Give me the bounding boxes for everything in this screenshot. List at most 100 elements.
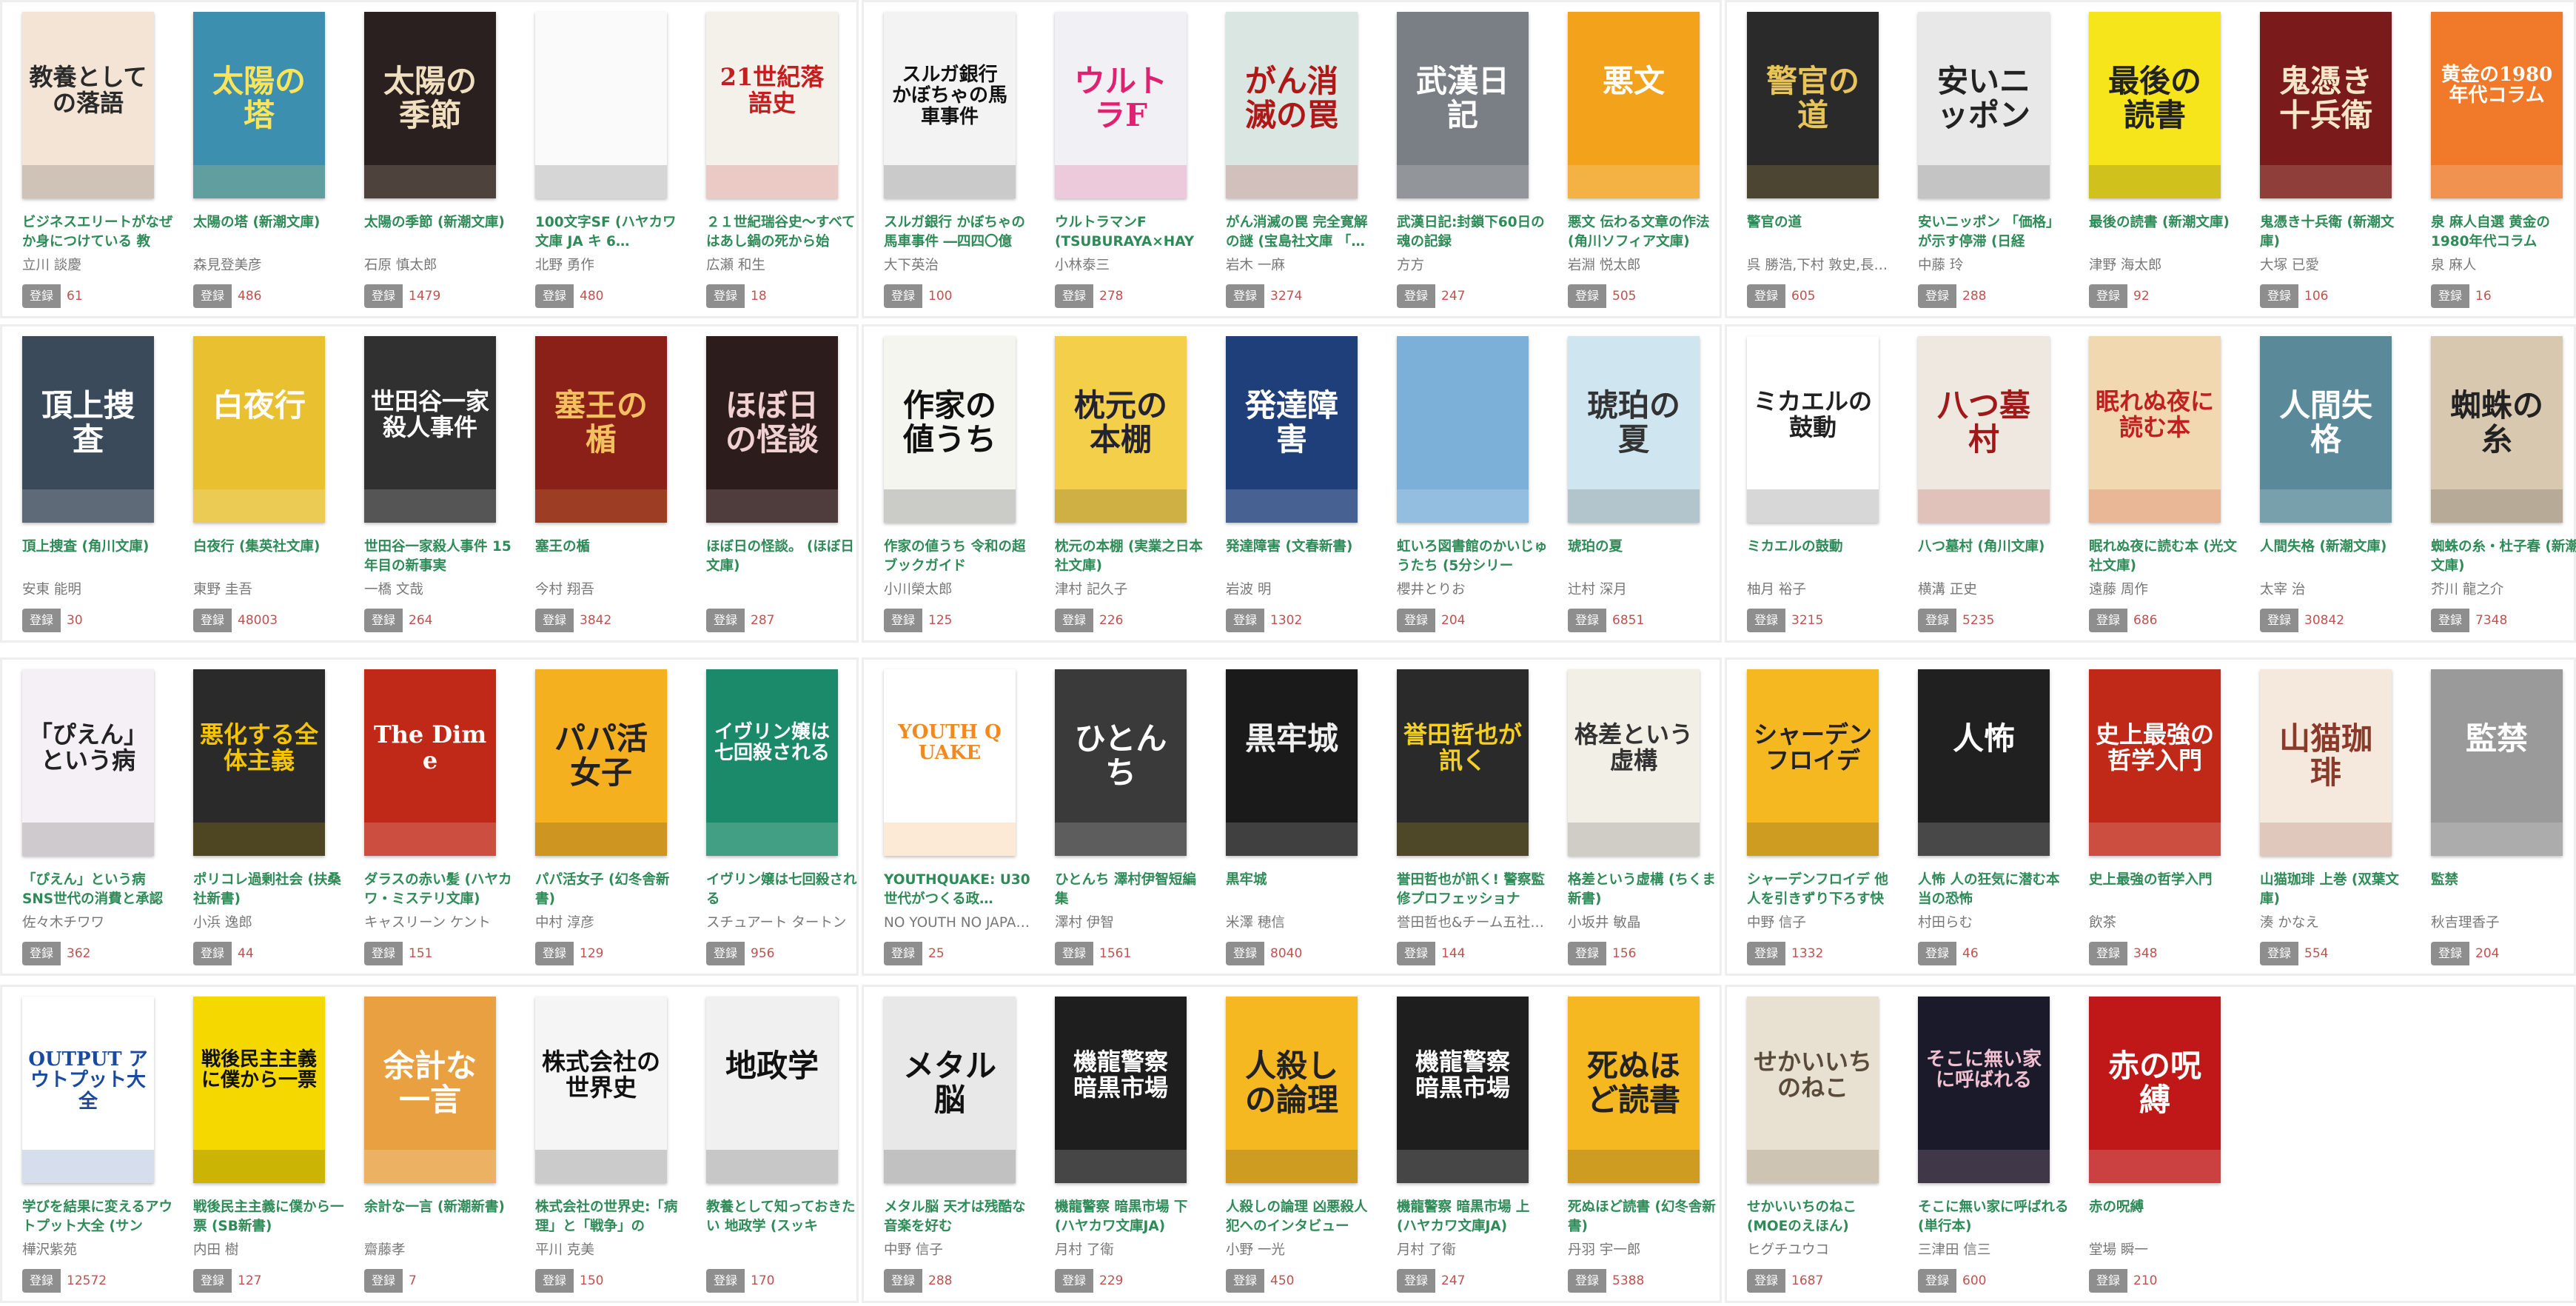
register-button[interactable]: 登録 129	[535, 942, 616, 965]
book-cover[interactable]: 機龍警察 暗黒市場	[1397, 997, 1529, 1183]
register-button[interactable]: 登録 7348	[2431, 609, 2514, 632]
book-title-link[interactable]: 太陽の季節 (新潮文庫)	[364, 213, 516, 232]
book-cover[interactable]: 悪化する全体主義	[193, 669, 325, 856]
book-title-link[interactable]: 人間失格 (新潮文庫)	[2260, 538, 2412, 557]
register-button[interactable]: 登録 5235	[1918, 609, 2001, 632]
register-button[interactable]: 登録 170	[706, 1269, 787, 1293]
register-button[interactable]: 登録 150	[535, 1269, 616, 1293]
book-cover[interactable]: 警官の道	[1747, 12, 1879, 198]
book-cover[interactable]: 世田谷一家殺人事件	[364, 336, 496, 523]
book-cover[interactable]: 蜘蛛の糸	[2431, 336, 2563, 523]
book-cover[interactable]: ウルトラF	[1055, 12, 1187, 198]
book-cover[interactable]: 戦後民主主義に僕から一票	[193, 997, 325, 1183]
register-button[interactable]: 登録 600	[1918, 1269, 1999, 1293]
book-cover[interactable]: 安いニッポン	[1918, 12, 2050, 198]
book-cover[interactable]: スルガ銀行 かぼちゃの馬車事件	[884, 12, 1016, 198]
register-button[interactable]: 登録 3842	[535, 609, 618, 632]
book-cover[interactable]: 枕元の本棚	[1055, 336, 1187, 523]
book-cover[interactable]: 地政学	[706, 997, 838, 1183]
register-button[interactable]: 登録 288	[884, 1269, 965, 1293]
register-button[interactable]: 登録 1479	[364, 284, 447, 308]
register-button[interactable]: 登録 151	[364, 942, 445, 965]
register-button[interactable]: 登録 554	[2260, 942, 2341, 965]
book-cover[interactable]: YOUTH QUAKE	[884, 669, 1016, 856]
register-button[interactable]: 登録 956	[706, 942, 787, 965]
register-button[interactable]: 登録 92	[2089, 284, 2170, 308]
book-title-link[interactable]: 山猫珈琲 上巻 (双葉文庫)	[2260, 871, 2412, 909]
register-button[interactable]: 登録 1302	[1226, 609, 1309, 632]
book-title-link[interactable]: がん消滅の罠 完全寛解の謎 (宝島社文庫 「…	[1226, 213, 1378, 252]
book-cover[interactable]: 21世紀落語史	[706, 12, 838, 198]
book-title-link[interactable]: 頂上捜査 (角川文庫)	[22, 538, 174, 557]
book-title-link[interactable]: ひとんち 澤村伊智短編集	[1055, 871, 1207, 909]
book-title-link[interactable]: 琥珀の夏	[1568, 538, 1720, 557]
book-title-link[interactable]: 泉 麻人自選 黄金の1980年代コラム	[2431, 213, 2576, 252]
register-button[interactable]: 登録 278	[1055, 284, 1136, 308]
book-title-link[interactable]: 眠れぬ夜に読む本 (光文社文庫)	[2089, 538, 2241, 576]
book-cover[interactable]: 赤の呪縛	[2089, 997, 2221, 1183]
book-cover[interactable]: 株式会社の世界史	[535, 997, 667, 1183]
register-button[interactable]: 登録 229	[1055, 1269, 1136, 1293]
book-cover[interactable]: 余計な一言	[364, 997, 496, 1183]
register-button[interactable]: 登録 144	[1397, 942, 1477, 965]
book-cover[interactable]: 鬼憑き十兵衛	[2260, 12, 2392, 198]
book-cover[interactable]: 史上最強の哲学入門	[2089, 669, 2221, 856]
book-title-link[interactable]: 塞王の楯	[535, 538, 687, 557]
book-cover[interactable]: メタル脳	[884, 997, 1016, 1183]
book-cover[interactable]: 頂上捜査	[22, 336, 154, 523]
register-button[interactable]: 登録 1561	[1055, 942, 1138, 965]
book-cover[interactable]: 監禁	[2431, 669, 2563, 856]
register-button[interactable]: 登録 3215	[1747, 609, 1830, 632]
register-button[interactable]: 登録 480	[535, 284, 616, 308]
book-title-link[interactable]: 「ぴえん」という病 SNS世代の消費と承認	[22, 871, 174, 909]
book-title-link[interactable]: ポリコレ過剰社会 (扶桑社新書)	[193, 871, 345, 909]
register-button[interactable]: 登録 8040	[1226, 942, 1309, 965]
book-cover[interactable]: 悪文	[1568, 12, 1700, 198]
register-button[interactable]: 登録 12572	[22, 1269, 113, 1293]
book-title-link[interactable]: 最後の読書 (新潮文庫)	[2089, 213, 2241, 232]
book-title-link[interactable]: 黒牢城	[1226, 871, 1378, 890]
book-title-link[interactable]: 武漢日記:封鎖下60日の魂の記録	[1397, 213, 1549, 252]
register-button[interactable]: 登録 61	[22, 284, 103, 308]
register-button[interactable]: 登録 362	[22, 942, 103, 965]
book-title-link[interactable]: 100文字SF (ハヤカワ文庫 JA キ 6…	[535, 213, 687, 252]
register-button[interactable]: 登録 5388	[1568, 1269, 1651, 1293]
book-title-link[interactable]: ウルトラマンF (TSUBURAYA×HAY	[1055, 213, 1207, 252]
book-cover[interactable]: そこに無い家に呼ばれる	[1918, 997, 2050, 1183]
book-title-link[interactable]: 教養として知っておきたい 地政学 (スッキ	[706, 1198, 858, 1236]
book-title-link[interactable]: 余計な一言 (新潮新書)	[364, 1198, 516, 1217]
register-button[interactable]: 登録 348	[2089, 942, 2170, 965]
register-button[interactable]: 登録 16	[2431, 284, 2512, 308]
register-button[interactable]: 登録 288	[1918, 284, 1999, 308]
book-cover[interactable]: 人間失格	[2260, 336, 2392, 523]
book-title-link[interactable]: 格差という虚構 (ちくま新書)	[1568, 871, 1720, 909]
book-cover[interactable]: 黒牢城	[1226, 669, 1358, 856]
book-title-link[interactable]: 作家の値うち 令和の超ブックガイド	[884, 538, 1036, 576]
book-title-link[interactable]: 白夜行 (集英社文庫)	[193, 538, 345, 557]
register-button[interactable]: 登録 100	[884, 284, 965, 308]
book-title-link[interactable]: 太陽の塔 (新潮文庫)	[193, 213, 345, 232]
book-title-link[interactable]: ほぼ日の怪談。 (ほぼ日文庫)	[706, 538, 858, 576]
book-title-link[interactable]: 悪文 伝わる文章の作法 (角川ソフィア文庫)	[1568, 213, 1720, 252]
book-cover[interactable]: 作家の値うち	[884, 336, 1016, 523]
book-cover[interactable]: 眠れぬ夜に読む本	[2089, 336, 2221, 523]
book-cover[interactable]: せかいいちのねこ	[1747, 997, 1879, 1183]
book-cover[interactable]: 教養としての落語	[22, 12, 154, 198]
book-cover[interactable]: ほぼ日の怪談	[706, 336, 838, 523]
book-title-link[interactable]: 枕元の本棚 (実業之日本社文庫)	[1055, 538, 1207, 576]
book-title-link[interactable]: パパ活女子 (幻冬舎新書)	[535, 871, 687, 909]
book-title-link[interactable]: シャーデンフロイデ 他人を引きずり下ろす快	[1747, 871, 1899, 909]
book-title-link[interactable]: ビジネスエリートがなぜか身につけている 教	[22, 213, 174, 252]
register-button[interactable]: 登録 125	[884, 609, 965, 632]
book-cover[interactable]: ミカエルの鼓動	[1747, 336, 1879, 523]
register-button[interactable]: 登録 48003	[193, 609, 284, 632]
book-cover[interactable]: 山猫珈琲	[2260, 669, 2392, 856]
register-button[interactable]: 登録 686	[2089, 609, 2170, 632]
book-title-link[interactable]: メタル脳 天才は残酷な音楽を好む	[884, 1198, 1036, 1236]
book-title-link[interactable]: 人怖 人の狂気に潜む本当の恐怖	[1918, 871, 2070, 909]
book-title-link[interactable]: 監禁	[2431, 871, 2576, 890]
book-title-link[interactable]: 死ぬほど読書 (幻冬舎新書)	[1568, 1198, 1720, 1236]
register-button[interactable]: 登録 6851	[1568, 609, 1651, 632]
book-title-link[interactable]: 安いニッポン 「価格」が示す停滞 (日経	[1918, 213, 2070, 252]
book-cover[interactable]: 八つ墓村	[1918, 336, 2050, 523]
